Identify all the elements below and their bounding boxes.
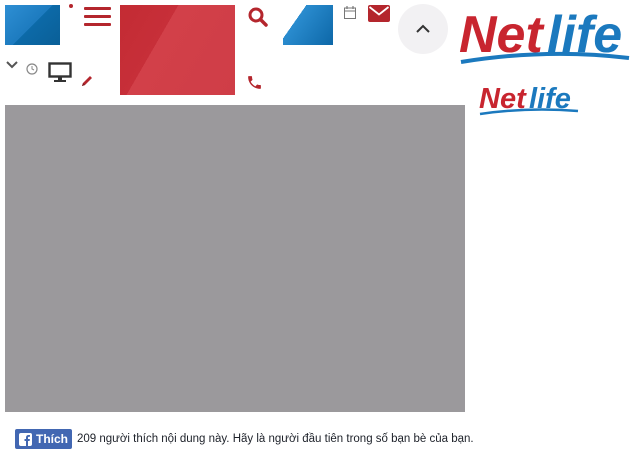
search-icon[interactable] <box>247 6 269 28</box>
calendar-icon <box>343 5 357 20</box>
facebook-icon <box>19 432 32 446</box>
phone-icon[interactable] <box>246 74 263 91</box>
netlife-logo[interactable]: Net life <box>457 2 633 70</box>
banner-tile-blue[interactable] <box>5 5 60 45</box>
clock-icon <box>26 62 38 75</box>
pencil-icon[interactable] <box>80 74 94 88</box>
mail-icon[interactable] <box>368 5 390 22</box>
facebook-like-button[interactable]: Thích <box>15 429 72 449</box>
menu-icon[interactable] <box>84 7 111 26</box>
banner-tile-blue-2[interactable] <box>283 5 333 45</box>
indicator-dot <box>69 4 73 8</box>
netlife-logo-small[interactable]: Net life <box>478 80 580 118</box>
facebook-like-widget: Thích 209 người thích nội dung này. Hãy … <box>15 429 474 449</box>
banner-tile-red[interactable] <box>120 5 235 95</box>
chevron-up-icon <box>416 24 430 33</box>
monitor-icon[interactable] <box>48 62 72 83</box>
chevron-down-icon[interactable] <box>5 58 19 70</box>
like-count-text: 209 người thích nội dung này. Hãy là ngư… <box>77 433 474 445</box>
like-button-label: Thích <box>36 432 68 446</box>
video-player[interactable] <box>5 105 465 412</box>
scroll-to-top-button[interactable] <box>398 4 448 54</box>
